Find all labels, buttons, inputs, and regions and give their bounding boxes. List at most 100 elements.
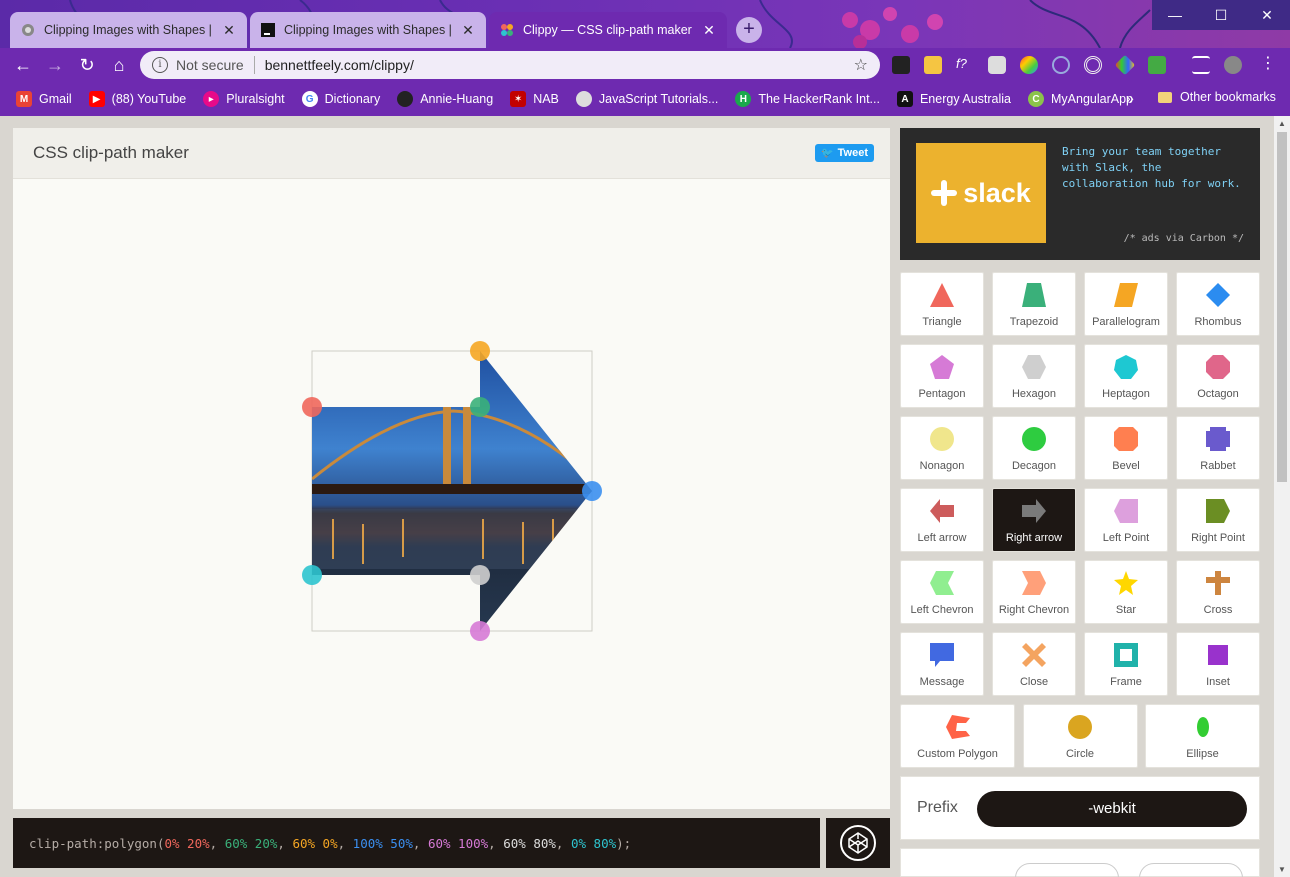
bookmark-gmail[interactable]: M Gmail <box>16 91 72 107</box>
shape-card-parallelogram[interactable]: Parallelogram <box>1084 272 1168 336</box>
tab-clipping-images-2[interactable]: Clipping Images with Shapes | Co ✕ <box>250 12 486 48</box>
shape-card-hexagon[interactable]: Hexagon <box>992 344 1076 408</box>
bookmarks-overflow-button[interactable]: » <box>1126 90 1134 106</box>
polygon-handle[interactable] <box>470 565 490 585</box>
shape-card-frame[interactable]: Frame <box>1084 632 1168 696</box>
shape-card-nonagon[interactable]: Nonagon <box>900 416 984 480</box>
info-icon[interactable]: i <box>152 57 168 73</box>
nonagon-icon <box>930 427 954 451</box>
shape-label: Custom Polygon <box>917 748 998 760</box>
tab-close-icon[interactable]: ✕ <box>460 22 476 39</box>
back-button[interactable]: ← <box>11 53 35 77</box>
polygon-handle[interactable] <box>302 397 322 417</box>
bookmark-label: Gmail <box>39 92 72 106</box>
shape-card-triangle[interactable]: Triangle <box>900 272 984 336</box>
codepen-button[interactable] <box>826 818 890 868</box>
code-point: 0% 20% <box>164 835 210 851</box>
color-picker-extension-icon[interactable] <box>1020 56 1038 74</box>
shape-card-left-point[interactable]: Left Point <box>1084 488 1168 552</box>
shape-card-close[interactable]: Close <box>992 632 1076 696</box>
shape-card-right-point[interactable]: Right Point <box>1176 488 1260 552</box>
tweet-button[interactable]: 🐦 Tweet <box>815 144 874 162</box>
shape-card-star[interactable]: Star <box>1084 560 1168 624</box>
shape-card-trapezoid[interactable]: Trapezoid <box>992 272 1076 336</box>
option-pill[interactable] <box>1139 863 1243 877</box>
tab-clippy[interactable]: Clippy — CSS clip-path maker ✕ <box>489 12 727 48</box>
bookmark-myangularapp[interactable]: C MyAngularApp <box>1028 91 1133 107</box>
bookmark-youtube[interactable]: ▶ (88) YouTube <box>88 91 186 107</box>
tab-close-icon[interactable]: ✕ <box>221 22 237 39</box>
page-scrollbar[interactable]: ▲ ▼ <box>1274 116 1290 877</box>
new-tab-button[interactable]: + <box>736 17 762 43</box>
bookmark-energy-australia[interactable]: A Energy Australia <box>896 91 1011 107</box>
triangle-icon <box>930 283 954 307</box>
bookmark-nab[interactable]: ✶ NAB <box>510 91 559 107</box>
bookmark-annie-huang[interactable]: Annie-Huang <box>397 91 493 107</box>
scroll-up-icon[interactable]: ▲ <box>1278 119 1286 128</box>
shape-label: Rhombus <box>1194 316 1242 328</box>
url-text[interactable]: bennettfeely.com/clippy/ <box>265 57 854 73</box>
other-bookmarks-folder[interactable]: Other bookmarks <box>1158 90 1276 104</box>
shape-card-circle[interactable]: Circle <box>1022 704 1138 768</box>
whatfont-extension-icon[interactable]: f? <box>956 56 974 74</box>
shape-card-right-chevron[interactable]: Right Chevron <box>992 560 1076 624</box>
polygon-handle[interactable] <box>302 565 322 585</box>
clippy-icon <box>499 22 515 38</box>
shape-card-custom-polygon[interactable]: Custom Polygon <box>900 704 1015 768</box>
bookmark-javascript-tutorials[interactable]: JavaScript Tutorials... <box>575 91 718 107</box>
colorful-extension-icon[interactable] <box>1114 54 1136 76</box>
jetbrains-extension-icon[interactable] <box>892 56 910 74</box>
shape-card-left-arrow[interactable]: Left arrow <box>900 488 984 552</box>
scrollbar-thumb[interactable] <box>1277 132 1287 482</box>
bookmark-star-icon[interactable]: ☆ <box>854 55 868 75</box>
polygon-handle[interactable] <box>470 621 490 641</box>
option-pill[interactable] <box>1015 863 1119 877</box>
polygon-handle[interactable] <box>582 481 602 501</box>
maximize-button[interactable]: ☐ <box>1198 0 1244 30</box>
address-bar[interactable]: i Not secure bennettfeely.com/clippy/ ☆ <box>140 51 880 79</box>
camera-extension-icon[interactable] <box>988 56 1006 74</box>
bookmark-dictionary[interactable]: G Dictionary <box>301 91 380 107</box>
shape-card-cross[interactable]: Cross <box>1176 560 1260 624</box>
shape-card-rabbet[interactable]: Rabbet <box>1176 416 1260 480</box>
home-button[interactable]: ⌂ <box>107 53 131 77</box>
minimize-button[interactable]: — <box>1152 0 1198 30</box>
tab-close-icon[interactable]: ✕ <box>701 22 717 39</box>
shape-card-pentagon[interactable]: Pentagon <box>900 344 984 408</box>
clip-path-editor-canvas[interactable] <box>13 179 890 809</box>
polygon-handle[interactable] <box>470 397 490 417</box>
prefix-toggle-button[interactable]: -webkit <box>977 791 1247 827</box>
close-window-button[interactable]: ✕ <box>1244 0 1290 30</box>
scroll-down-icon[interactable]: ▼ <box>1278 865 1286 874</box>
media-queue-icon[interactable] <box>1192 56 1210 74</box>
shape-label: Rabbet <box>1200 460 1236 472</box>
chart-extension-icon[interactable] <box>1148 56 1166 74</box>
bookmark-hackerrank[interactable]: H The HackerRank Int... <box>735 91 880 107</box>
polygon-handle[interactable] <box>470 341 490 361</box>
clip-path-code-output[interactable]: clip-path: polygon(0% 20%, 60% 20%, 60% … <box>13 818 820 868</box>
menu-kebab-icon[interactable]: ⋮ <box>1259 56 1277 74</box>
circle-icon <box>1068 715 1092 739</box>
shape-card-left-chevron[interactable]: Left Chevron <box>900 560 984 624</box>
prefix-panel: Prefix -webkit <box>900 776 1260 840</box>
shape-card-message[interactable]: Message <box>900 632 984 696</box>
shape-card-right-arrow[interactable]: Right arrow <box>992 488 1076 552</box>
forward-button[interactable]: → <box>43 53 67 77</box>
react-devtools-icon[interactable] <box>1052 56 1070 74</box>
code-points: 0% 20%, 60% 20%, 60% 0%, 100% 50%, 60% 1… <box>164 836 616 851</box>
target-extension-icon[interactable] <box>1084 56 1102 74</box>
reload-button[interactable]: ↻ <box>75 53 99 77</box>
tab-clipping-images-1[interactable]: Clipping Images with Shapes | Co ✕ <box>10 12 247 48</box>
shape-card-ellipse[interactable]: Ellipse <box>1145 704 1260 768</box>
bookmark-pluralsight[interactable]: ▸ Pluralsight <box>203 91 285 107</box>
profile-avatar[interactable] <box>1224 56 1242 74</box>
ad-via-carbon[interactable]: /* ads via Carbon */ <box>1124 233 1244 244</box>
notes-extension-icon[interactable] <box>924 56 942 74</box>
shape-card-bevel[interactable]: Bevel <box>1084 416 1168 480</box>
shape-card-rhombus[interactable]: Rhombus <box>1176 272 1260 336</box>
shape-card-inset[interactable]: Inset <box>1176 632 1260 696</box>
shape-card-octagon[interactable]: Octagon <box>1176 344 1260 408</box>
carbon-ad[interactable]: slack Bring your team together with Slac… <box>900 128 1260 260</box>
shape-card-heptagon[interactable]: Heptagon <box>1084 344 1168 408</box>
shape-card-decagon[interactable]: Decagon <box>992 416 1076 480</box>
